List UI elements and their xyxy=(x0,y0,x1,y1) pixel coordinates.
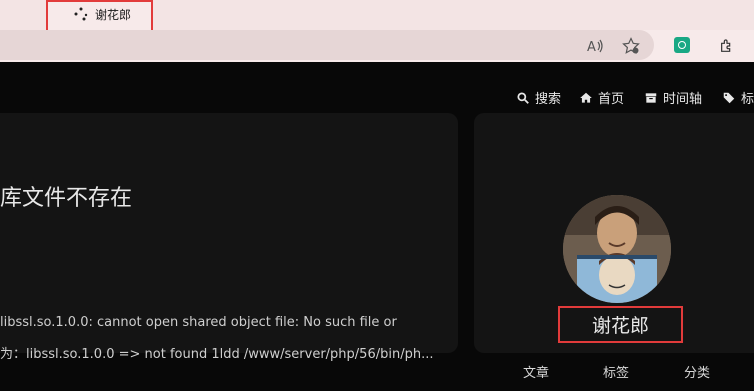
nav-timeline[interactable]: 时间轴 xyxy=(644,88,702,107)
stat-tags[interactable]: 标签 xyxy=(603,362,629,381)
nav-home-label: 首页 xyxy=(598,92,625,107)
search-icon xyxy=(517,91,529,104)
svg-text:A: A xyxy=(587,40,596,53)
site-nav: 搜索 首页 时间轴 标 xyxy=(0,88,754,108)
nav-tags[interactable]: 标 xyxy=(722,88,754,107)
nav-timeline-label: 时间轴 xyxy=(663,92,703,107)
nav-home[interactable]: 首页 xyxy=(579,88,624,107)
puzzle-glyph xyxy=(721,39,731,52)
favorite-star-glyph xyxy=(622,37,640,55)
nav-search-label: 搜索 xyxy=(535,92,562,107)
extension-icon[interactable] xyxy=(674,37,690,53)
favorite-star-icon[interactable] xyxy=(621,36,641,56)
extensions-puzzle-icon[interactable] xyxy=(717,36,737,56)
read-aloud-icon[interactable]: A xyxy=(586,36,606,56)
stat-posts[interactable]: 文章 xyxy=(523,362,549,381)
tag-icon xyxy=(723,92,735,103)
profile-name-box: 谢花郎 xyxy=(558,306,683,343)
browser-tabstrip: 谢花郎 xyxy=(0,0,754,32)
article-excerpt-line-1: libssl.so.1.0.0: cannot open shared obje… xyxy=(0,315,397,330)
home-icon xyxy=(580,92,592,103)
article-title[interactable]: 库文件不存在 xyxy=(0,180,132,212)
article-excerpt-line-2: 为：libssl.so.1.0.0 => not found 1ldd /www… xyxy=(0,347,434,362)
browser-tab-active[interactable]: 谢花郎 xyxy=(46,0,153,32)
avatar[interactable] xyxy=(563,195,671,303)
address-bar[interactable] xyxy=(0,30,654,60)
stat-categories[interactable]: 分类 xyxy=(684,362,710,381)
profile-name: 谢花郎 xyxy=(591,315,649,337)
read-aloud-glyph: A xyxy=(587,39,603,53)
browser-toolbar: A xyxy=(0,30,754,62)
nav-search[interactable]: 搜索 xyxy=(516,88,561,107)
loading-spinner-icon xyxy=(74,7,88,21)
archive-icon xyxy=(645,92,657,103)
avatar-image xyxy=(563,195,671,303)
nav-tags-label: 标 xyxy=(741,92,754,107)
browser-tab-title: 谢花郎 xyxy=(95,8,132,22)
